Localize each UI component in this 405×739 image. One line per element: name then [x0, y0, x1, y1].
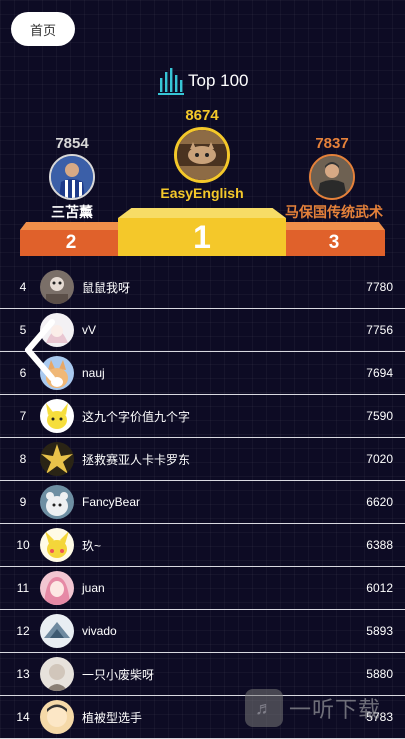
third-place-avatar[interactable] [309, 154, 355, 200]
list-item[interactable]: 9 FancyBear 6620 [0, 481, 405, 524]
second-step-top [20, 222, 122, 230]
bar-chart-icon [158, 68, 184, 95]
user-score: 5880 [366, 667, 393, 681]
second-step-number: 2 [65, 232, 77, 253]
user-avatar [40, 614, 74, 648]
user-name: 鼠鼠我呀 [82, 280, 131, 295]
list-item[interactable]: 4 鼠鼠我呀 7780 [0, 266, 405, 309]
user-avatar [40, 571, 74, 605]
rank-number: 14 [16, 710, 30, 724]
first-place-name: EasyEnglish [160, 185, 244, 201]
list-item[interactable]: 5 vV 7756 [0, 309, 405, 352]
user-avatar [40, 270, 74, 304]
user-avatar [40, 700, 74, 734]
list-item[interactable]: 8 拯救赛亚人卡卡罗东 7020 [0, 438, 405, 481]
watermark: ♬ 一听下载 [245, 686, 405, 730]
user-score: 7694 [366, 366, 393, 380]
user-score: 5893 [366, 624, 393, 638]
rank-number: 8 [19, 452, 27, 466]
second-place-avatar[interactable] [49, 154, 95, 200]
second-step: 2 [20, 230, 122, 256]
list-item[interactable]: 6 nauj 7694 [0, 352, 405, 395]
user-name: 这九个字价值九个字 [82, 409, 191, 424]
user-score: 7020 [366, 452, 393, 466]
first-place-avatar[interactable] [174, 127, 230, 183]
user-name: juan [82, 581, 105, 595]
list-item[interactable]: 7 这九个字价值九个字 7590 [0, 395, 405, 438]
rank-number: 9 [19, 495, 27, 509]
user-name: vV [82, 323, 97, 337]
user-avatar [40, 657, 74, 691]
user-score: 6012 [366, 581, 393, 595]
list-item[interactable]: 11 juan 6012 [0, 567, 405, 610]
user-score: 7780 [366, 280, 393, 294]
rank-number: 11 [16, 581, 30, 595]
back-arrow-icon[interactable] [22, 318, 58, 382]
home-button[interactable]: 首页 [11, 12, 75, 46]
user-name: FancyBear [82, 495, 141, 509]
page-title: Top 100 [158, 66, 249, 96]
user-score: 7756 [366, 323, 393, 337]
third-step-top [283, 222, 385, 230]
first-step-number: 1 [193, 218, 211, 255]
list-item[interactable]: 10 玖~ 6388 [0, 524, 405, 567]
cat-avatar-icon [177, 130, 227, 180]
soccer-player-avatar-icon [51, 156, 93, 198]
third-place-name: 马保国传统武术 [285, 204, 383, 220]
user-avatar [40, 442, 74, 476]
user-name: 一只小废柴呀 [82, 667, 155, 682]
user-name: 拯救赛亚人卡卡罗东 [82, 452, 191, 467]
second-place-name: 三苫薰 [51, 204, 93, 220]
rank-number: 7 [19, 409, 27, 423]
first-place-score: 8674 [185, 107, 219, 124]
rank-number: 13 [16, 667, 30, 681]
watermark-logo-icon: ♬ [245, 689, 283, 727]
third-step: 3 [283, 230, 385, 256]
second-place-score: 7854 [55, 135, 89, 152]
first-step-top [118, 208, 286, 218]
user-score: 6388 [366, 538, 393, 552]
man-avatar-icon [311, 156, 353, 198]
third-place-score: 7837 [315, 135, 349, 152]
third-step-number: 3 [328, 232, 340, 253]
ranking-list: 4 鼠鼠我呀 7780 5 vV 7756 6 nauj 7694 7 这九个字… [0, 266, 405, 739]
rank-number: 4 [19, 280, 27, 294]
user-avatar [40, 485, 74, 519]
first-step: 1 [118, 218, 286, 256]
user-score: 7590 [366, 409, 393, 423]
user-score: 6620 [366, 495, 393, 509]
user-avatar [40, 528, 74, 562]
user-name: vivado [82, 624, 117, 638]
rank-number: 12 [16, 624, 30, 638]
title-text: Top 100 [188, 71, 249, 90]
user-name: 玖~ [82, 538, 102, 553]
rank-number: 10 [16, 538, 30, 552]
user-name: nauj [82, 366, 105, 380]
user-avatar [40, 399, 74, 433]
watermark-text: 一听下载 [289, 697, 382, 722]
list-item[interactable]: 12 vivado 5893 [0, 610, 405, 653]
